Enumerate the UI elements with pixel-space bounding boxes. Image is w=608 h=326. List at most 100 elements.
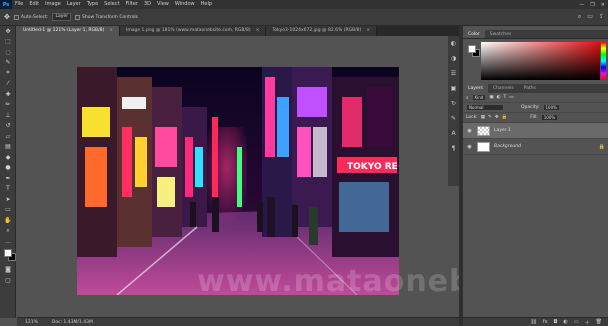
- properties-icon[interactable]: ☰: [448, 66, 459, 81]
- filter-adjustment-icon[interactable]: ◐: [497, 95, 501, 100]
- color-panel-icon[interactable]: ◐: [448, 36, 459, 51]
- tokyo-street-photo[interactable]: TOKYO RE: [77, 67, 399, 295]
- path-select-icon[interactable]: ➤: [0, 194, 16, 205]
- character-icon[interactable]: A: [448, 126, 459, 141]
- layer-name[interactable]: Layer 1: [494, 128, 605, 133]
- share-icon[interactable]: ⇪: [599, 13, 604, 21]
- menu-select[interactable]: Select: [101, 0, 122, 9]
- transform-controls-checkbox[interactable]: [74, 14, 80, 20]
- tab-paths[interactable]: Paths: [519, 84, 541, 93]
- transform-controls-option[interactable]: Show Transform Controls: [74, 14, 138, 20]
- opacity-input[interactable]: 100%: [542, 104, 560, 111]
- filter-shape-icon[interactable]: ▭: [509, 95, 513, 100]
- layer-row-background[interactable]: ◉ Background 🔒: [463, 139, 608, 155]
- move-icon[interactable]: ✥: [0, 26, 16, 37]
- layer-row-layer-1[interactable]: ◉ Layer 1: [463, 123, 608, 139]
- screen-mode-icon[interactable]: ▢: [0, 275, 16, 286]
- menu-3d[interactable]: 3D: [141, 0, 154, 9]
- close-icon[interactable]: ✕: [601, 2, 605, 8]
- visibility-eye-icon[interactable]: ◉: [466, 128, 473, 134]
- tab-untitled-1[interactable]: Untitled-1 @ 121% (Layer 1, RGB/8) ×: [17, 26, 121, 36]
- pen-icon[interactable]: ✒: [0, 173, 16, 184]
- shape-icon[interactable]: ▭: [0, 205, 16, 216]
- menu-edit[interactable]: Edit: [26, 0, 42, 9]
- tab-label: Image 1.png @ 181% (www.mataonebsite.com…: [126, 28, 251, 33]
- menu-window[interactable]: Window: [172, 0, 198, 9]
- workspace-icon[interactable]: ▭: [587, 13, 593, 21]
- visibility-eye-icon[interactable]: ◉: [466, 144, 473, 150]
- libraries-icon[interactable]: ▣: [448, 81, 459, 96]
- brush-icon[interactable]: ✏: [0, 100, 16, 111]
- tab-tokyo3[interactable]: Tokyo3-1024x672.jpg @ 82.6% (RGB/8) ×: [266, 26, 378, 36]
- eraser-icon[interactable]: ▱: [0, 131, 16, 142]
- lasso-icon[interactable]: ◌: [0, 47, 16, 58]
- add-mask-icon[interactable]: ◘: [554, 319, 558, 325]
- brush-settings-icon[interactable]: ✎: [448, 111, 459, 126]
- blend-mode-dropdown[interactable]: Normal: [466, 104, 504, 111]
- filter-pixel-icon[interactable]: ▣: [489, 95, 493, 100]
- hand-icon[interactable]: ✋: [0, 215, 16, 226]
- filter-type-icon[interactable]: T: [504, 95, 507, 100]
- auto-select-dropdown[interactable]: Layer: [52, 13, 71, 21]
- lock-all-icon[interactable]: 🔒: [502, 115, 508, 120]
- history-brush-icon[interactable]: ↺: [0, 121, 16, 132]
- gradient-icon[interactable]: ▤: [0, 142, 16, 153]
- color-field[interactable]: [481, 42, 600, 80]
- tab-close-icon[interactable]: ×: [256, 26, 260, 36]
- paragraph-icon[interactable]: ¶: [448, 141, 459, 156]
- group-icon[interactable]: ▭: [574, 319, 579, 325]
- new-layer-icon[interactable]: ＋: [585, 319, 590, 326]
- lock-pixels-icon[interactable]: ✎: [488, 115, 492, 120]
- menu-type[interactable]: Type: [84, 0, 101, 9]
- adjustments-icon[interactable]: ◑: [448, 51, 459, 66]
- search-icon[interactable]: ⌕: [578, 13, 581, 21]
- panel-foreground-swatch[interactable]: [468, 45, 476, 53]
- kind-filter-dropdown[interactable]: Kind: [471, 94, 487, 101]
- menu-help[interactable]: Help: [198, 0, 215, 9]
- type-icon[interactable]: T: [0, 184, 16, 195]
- layer-name[interactable]: Background: [494, 144, 595, 149]
- auto-select-option[interactable]: Auto-Select:: [13, 14, 48, 20]
- dodge-icon[interactable]: ●: [0, 163, 16, 174]
- link-layers-icon[interactable]: ⛓: [530, 319, 536, 325]
- minimize-icon[interactable]: —: [579, 2, 584, 8]
- canvas-area[interactable]: TOKYO RE www.mataonebsite.com ◐ ◑ ☰ ▣ ↻ …: [17, 36, 459, 317]
- move-tool-preset-icon[interactable]: ✥: [4, 13, 10, 21]
- tab-swatches[interactable]: Swatches: [485, 30, 517, 38]
- menu-layer[interactable]: Layer: [64, 0, 84, 9]
- hue-slider[interactable]: [601, 42, 606, 80]
- tab-layers[interactable]: Layers: [463, 84, 488, 93]
- stamp-icon[interactable]: ⊥: [0, 110, 16, 121]
- zoom-level[interactable]: 121%: [25, 320, 38, 325]
- color-swatches[interactable]: [0, 247, 16, 265]
- menu-file[interactable]: File: [12, 0, 26, 9]
- restore-icon[interactable]: ❐: [590, 2, 594, 8]
- tab-channels[interactable]: Channels: [488, 84, 519, 93]
- auto-select-checkbox[interactable]: [13, 14, 19, 20]
- blur-icon[interactable]: ◆: [0, 152, 16, 163]
- history-icon[interactable]: ↻: [448, 96, 459, 111]
- tab-close-icon[interactable]: ×: [109, 26, 113, 36]
- eyedropper-icon[interactable]: ⁄: [0, 79, 16, 90]
- crop-icon[interactable]: ⌗: [0, 68, 16, 79]
- fill-input[interactable]: 100%: [540, 114, 559, 121]
- zoom-icon[interactable]: ⌕: [0, 226, 16, 237]
- menu-view[interactable]: View: [154, 0, 172, 9]
- tab-close-icon[interactable]: ×: [366, 26, 370, 36]
- fx-icon[interactable]: fx: [543, 319, 548, 325]
- foreground-color-swatch[interactable]: [4, 248, 12, 257]
- lock-transparency-icon[interactable]: ▦: [481, 115, 485, 120]
- adjustment-layer-icon[interactable]: ◐: [564, 319, 568, 325]
- quick-select-icon[interactable]: ✎: [0, 58, 16, 69]
- more-icon[interactable]: …: [0, 236, 16, 247]
- marquee-icon[interactable]: ⬚: [0, 37, 16, 48]
- quick-mask-icon[interactable]: ◙: [0, 265, 16, 276]
- delete-layer-icon[interactable]: 🗑: [596, 319, 602, 325]
- tab-color[interactable]: Color: [463, 30, 485, 38]
- collapsed-panels-strip: ◐ ◑ ☰ ▣ ↻ ✎ A ¶: [448, 36, 459, 186]
- tab-image-1[interactable]: Image 1.png @ 181% (www.mataonebsite.com…: [120, 26, 267, 36]
- healing-icon[interactable]: ✚: [0, 89, 16, 100]
- menu-filter[interactable]: Filter: [123, 0, 141, 9]
- menu-image[interactable]: Image: [42, 0, 64, 9]
- lock-position-icon[interactable]: ✥: [495, 115, 499, 120]
